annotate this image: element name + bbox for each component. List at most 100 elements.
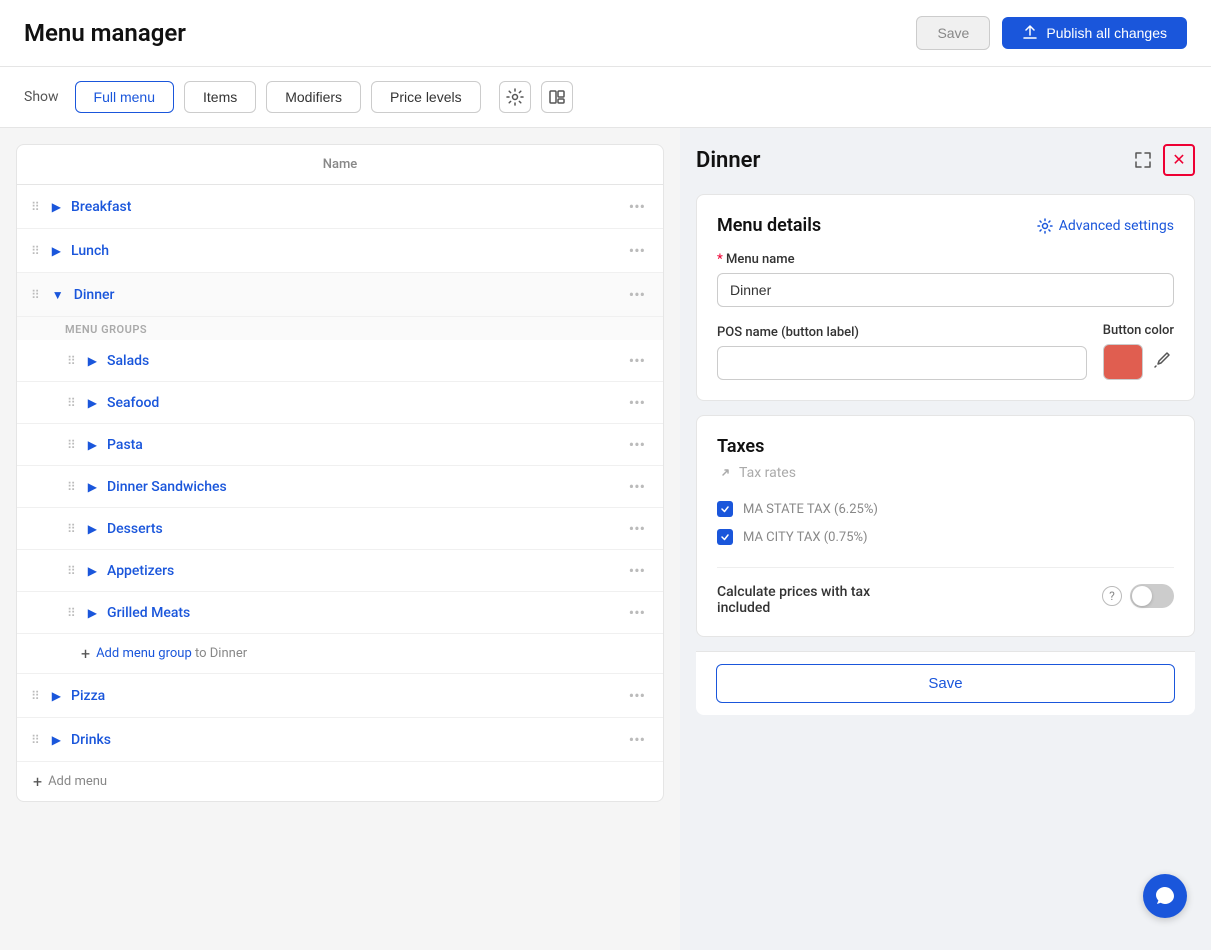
drag-handle-icon[interactable]: ⠿ [29,286,42,304]
chevron-right-icon[interactable]: ▶ [84,394,101,412]
more-options-icon[interactable]: ••• [623,559,651,582]
list-item: ⠿ ▶ Dinner Sandwiches ••• [17,466,663,508]
menu-item-label[interactable]: Breakfast [71,199,617,215]
drag-handle-icon[interactable]: ⠿ [29,687,42,705]
tab-modifiers[interactable]: Modifiers [266,81,361,113]
more-options-icon[interactable]: ••• [623,684,651,707]
add-menu-row[interactable]: + Add menu [17,762,663,801]
menu-details-card: Menu details Advanced settings * Menu na… [696,194,1195,401]
more-options-icon[interactable]: ••• [623,728,651,751]
expand-icon[interactable] [1127,144,1159,176]
chevron-right-icon[interactable]: ▶ [84,436,101,454]
drag-handle-icon[interactable]: ⠿ [65,562,78,580]
view-icon[interactable] [541,81,573,113]
group-item-label[interactable]: Dinner Sandwiches [107,479,617,495]
menu-item-label[interactable]: Drinks [71,732,617,748]
more-options-icon[interactable]: ••• [623,391,651,414]
chevron-right-icon[interactable]: ▶ [84,604,101,622]
group-section-label: MENU GROUPS [17,317,663,340]
more-options-icon[interactable]: ••• [623,475,651,498]
card-title: Menu details [717,215,821,236]
panel-header: Dinner ✕ [696,144,1195,176]
add-menu-label[interactable]: Add menu [48,774,107,789]
plus-icon: + [33,772,42,791]
chevron-right-icon[interactable]: ▶ [84,352,101,370]
app-title: Menu manager [24,19,186,47]
list-item: ⠿ ▶ Drinks ••• [17,718,663,762]
link-icon [717,465,733,481]
close-icon[interactable]: ✕ [1163,144,1195,176]
publish-button[interactable]: Publish all changes [1002,17,1187,49]
group-item-label[interactable]: Seafood [107,395,617,411]
more-options-icon[interactable]: ••• [623,349,651,372]
chevron-right-icon[interactable]: ▶ [84,520,101,538]
add-menu-group-row[interactable]: + Add menu group to Dinner [17,634,663,674]
more-options-icon[interactable]: ••• [623,195,651,218]
list-item: ⠿ ▶ Salads ••• [17,340,663,382]
more-options-icon[interactable]: ••• [623,601,651,624]
app-header: Menu manager Save Publish all changes [0,0,1211,67]
taxes-title: Taxes [717,436,1174,457]
add-group-label: Add menu group to Dinner [96,646,247,661]
group-item-label[interactable]: Pasta [107,437,617,453]
color-swatch[interactable] [1103,344,1143,380]
calc-controls: ? [1102,584,1174,608]
menu-name-input[interactable] [717,273,1174,307]
save-button[interactable]: Save [916,16,990,50]
group-item-label[interactable]: Appetizers [107,563,617,579]
show-label: Show [24,89,59,105]
add-group-to-label: to Dinner [195,646,247,661]
tab-items[interactable]: Items [184,81,256,113]
chevron-right-icon[interactable]: ▶ [48,198,65,216]
drag-handle-icon[interactable]: ⠿ [65,478,78,496]
menu-item-label[interactable]: Pizza [71,688,617,704]
group-item-label[interactable]: Salads [107,353,617,369]
bottom-save-button[interactable]: Save [716,664,1175,703]
drag-handle-icon[interactable]: ⠿ [65,520,78,538]
plus-icon: + [81,644,90,663]
color-row [1103,344,1174,380]
chevron-right-icon[interactable]: ▶ [84,562,101,580]
calc-toggle[interactable] [1130,584,1174,608]
eyedropper-icon[interactable] [1153,351,1171,374]
drag-handle-icon[interactable]: ⠿ [29,198,42,216]
tab-full-menu[interactable]: Full menu [75,81,174,113]
pos-name-label: POS name (button label) [717,325,1087,340]
drag-handle-icon[interactable]: ⠿ [65,394,78,412]
panel-controls: ✕ [1127,144,1195,176]
menu-table: Name ⠿ ▶ Breakfast ••• ⠿ ▶ Lunch ••• ⠿ ▼… [16,144,664,802]
drag-handle-icon[interactable]: ⠿ [29,242,42,260]
chevron-right-icon[interactable]: ▶ [48,731,65,749]
advanced-settings-link[interactable]: Advanced settings [1037,218,1174,234]
menu-item-label[interactable]: Dinner [74,287,617,303]
ma-city-checkbox[interactable] [717,529,733,545]
bottom-save-bar: Save [696,651,1195,715]
chevron-down-icon[interactable]: ▼ [48,286,68,304]
chevron-right-icon[interactable]: ▶ [48,687,65,705]
drag-handle-icon[interactable]: ⠿ [65,604,78,622]
more-options-icon[interactable]: ••• [623,239,651,262]
add-group-link[interactable]: Add menu group [96,646,192,661]
tab-price-levels[interactable]: Price levels [371,81,481,113]
ma-state-checkbox[interactable] [717,501,733,517]
more-options-icon[interactable]: ••• [623,433,651,456]
tax-rates-link[interactable]: Tax rates [717,465,1174,481]
menu-name-field: * Menu name [717,252,1174,307]
menu-item-label[interactable]: Lunch [71,243,617,259]
pos-name-input[interactable] [717,346,1087,380]
chevron-right-icon[interactable]: ▶ [84,478,101,496]
drag-handle-icon[interactable]: ⠿ [65,436,78,454]
table-header: Name [17,145,663,185]
more-options-icon[interactable]: ••• [623,517,651,540]
toggle-thumb [1132,586,1152,606]
group-item-label[interactable]: Grilled Meats [107,605,617,621]
more-options-icon[interactable]: ••• [623,283,651,306]
drag-handle-icon[interactable]: ⠿ [29,731,42,749]
menu-name-label: * Menu name [717,252,1174,267]
drag-handle-icon[interactable]: ⠿ [65,352,78,370]
group-item-label[interactable]: Desserts [107,521,617,537]
help-icon[interactable]: ? [1102,586,1122,606]
chevron-right-icon[interactable]: ▶ [48,242,65,260]
chat-button[interactable] [1143,874,1187,918]
settings-icon[interactable] [499,81,531,113]
